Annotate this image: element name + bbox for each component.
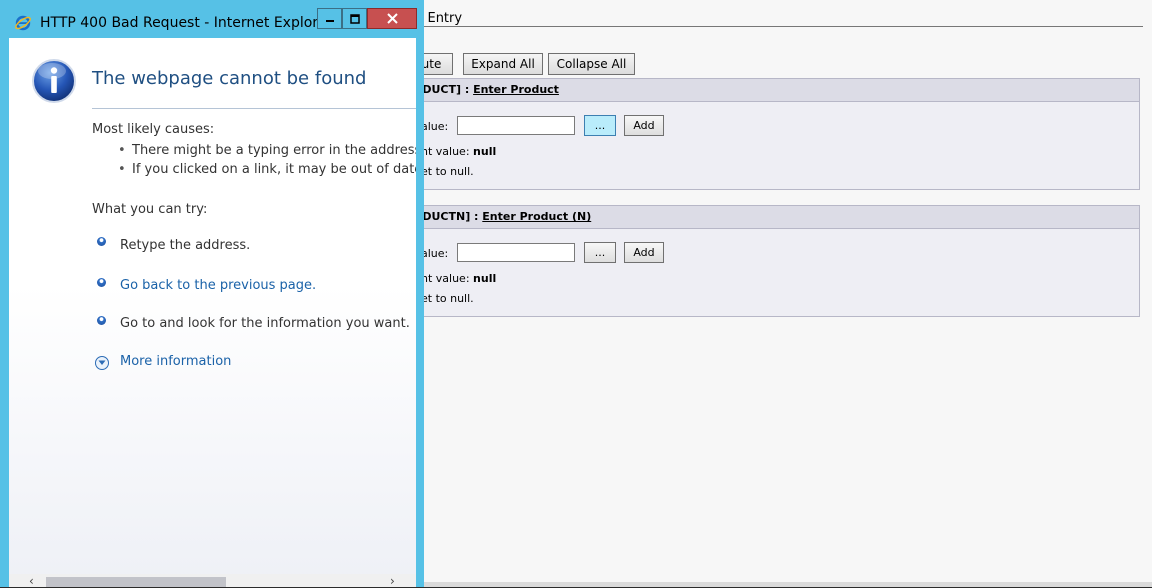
ie-window: HTTP 400 Bad Request - Internet Explorer (0, 0, 424, 588)
background-bottom-bar (368, 582, 1152, 587)
cause-item: There might be a typing error in the add… (132, 143, 416, 158)
current-value: null (473, 145, 497, 158)
browse-button[interactable]: ... (584, 115, 616, 136)
minimize-icon (325, 19, 334, 22)
panel-header: ODUCT] : Enter Product (411, 79, 1139, 102)
bullet-icon (97, 316, 106, 325)
panel-title-link[interactable]: Enter Product (N) (482, 210, 591, 223)
error-page: The webpage cannot be found Most likely … (9, 38, 416, 587)
value-label: alue: (421, 120, 449, 133)
more-information-link[interactable]: More information (120, 354, 231, 369)
expand-circle-icon[interactable] (95, 356, 109, 370)
bullet-icon: • (118, 162, 126, 177)
info-icon (32, 59, 76, 103)
browse-button[interactable]: ... (584, 242, 616, 263)
panel-title-link[interactable]: Enter Product (473, 83, 559, 96)
try-heading: What you can try: (92, 202, 208, 217)
add-button[interactable]: Add (624, 115, 664, 136)
maximize-button[interactable] (342, 8, 367, 29)
current-value-row: nt value: null (421, 145, 496, 158)
current-value-row: nt value: null (421, 272, 496, 285)
close-button[interactable] (367, 8, 417, 29)
current-value: null (473, 272, 497, 285)
collapse-all-button[interactable]: Collapse All (548, 53, 635, 75)
reset-text: et to null. (421, 165, 474, 178)
error-heading: The webpage cannot be found (92, 68, 367, 89)
try-item-goto: Go to and look for the information you w… (120, 316, 410, 331)
current-value-label: nt value: (421, 145, 470, 158)
chevron-down-icon (98, 360, 106, 365)
title-divider (410, 26, 1143, 27)
current-value-label: nt value: (421, 272, 470, 285)
reset-text: et to null. (421, 292, 474, 305)
expand-all-button[interactable]: Expand All (463, 53, 543, 75)
add-button[interactable]: Add (624, 242, 664, 263)
ie-logo-icon (15, 15, 31, 31)
window-title: HTTP 400 Bad Request - Internet Explorer (40, 15, 333, 31)
close-icon (386, 13, 398, 24)
value-label: alue: (421, 247, 449, 260)
cause-item: If you clicked on a link, it may be out … (132, 162, 416, 177)
heading-divider (92, 108, 416, 109)
causes-heading: Most likely causes: (92, 122, 215, 137)
horizontal-scrollbar[interactable]: ‹ › (9, 574, 416, 588)
value-input[interactable] (457, 243, 575, 262)
go-back-link[interactable]: Go back to the previous page. (120, 278, 316, 293)
scroll-left-icon[interactable]: ‹ (29, 574, 34, 588)
bullet-icon (97, 278, 106, 287)
value-input[interactable] (457, 116, 575, 135)
panel-header: ODUCTN] : Enter Product (N) (411, 206, 1139, 229)
bullet-icon: • (118, 143, 126, 158)
ie-titlebar[interactable]: HTTP 400 Bad Request - Internet Explorer (0, 0, 424, 38)
scroll-thumb[interactable] (46, 577, 226, 587)
maximize-icon (349, 13, 360, 24)
try-item-retype: Retype the address. (120, 238, 251, 253)
scroll-right-icon[interactable]: › (390, 574, 395, 588)
bullet-icon (97, 237, 106, 246)
minimize-button[interactable] (317, 8, 342, 29)
